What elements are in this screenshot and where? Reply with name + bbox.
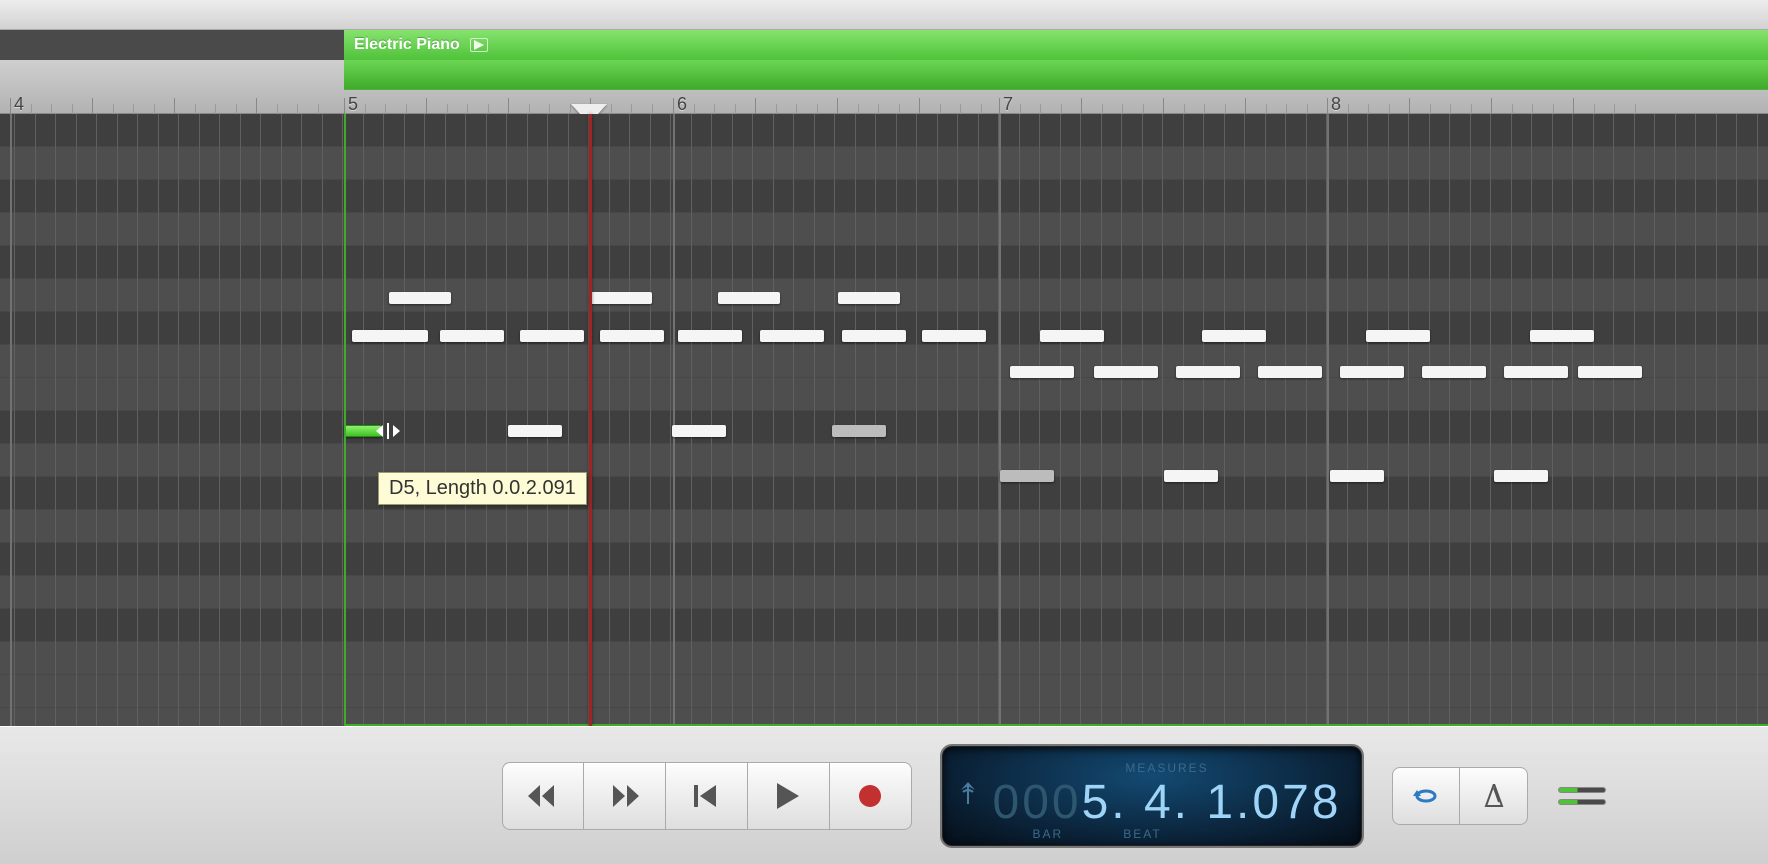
transport-bar: MEASURES 0005. 4. 1.078 bar beat — [0, 726, 1768, 864]
note-tooltip: D5, Length 0.0.2.091 — [378, 472, 587, 505]
region-ruler-highlight — [344, 60, 1768, 90]
region-preview-icon[interactable] — [470, 38, 488, 52]
bar-number: 8 — [1331, 94, 1341, 115]
playhead-line[interactable] — [589, 114, 592, 726]
time-ruler[interactable]: 4 5 6 7 8 — [0, 60, 1768, 114]
option-buttons — [1392, 767, 1528, 825]
midi-note[interactable] — [1094, 366, 1158, 378]
window-titlebar — [0, 0, 1768, 30]
midi-note[interactable] — [922, 330, 986, 342]
midi-note[interactable] — [1494, 470, 1548, 482]
midi-note[interactable] — [842, 330, 906, 342]
midi-note[interactable] — [1578, 366, 1642, 378]
midi-note[interactable] — [832, 425, 886, 437]
transport-controls — [502, 762, 912, 830]
bar-number: 6 — [677, 94, 687, 115]
midi-note[interactable] — [352, 330, 428, 342]
master-level-meter — [1558, 787, 1606, 805]
lcd-position[interactable]: 0005. 4. 1.078 — [993, 775, 1342, 830]
bar-number: 4 — [14, 94, 24, 115]
lcd-mode-label: MEASURES — [993, 761, 1342, 775]
midi-note[interactable] — [600, 330, 664, 342]
midi-note[interactable] — [389, 292, 451, 304]
midi-note[interactable] — [672, 425, 726, 437]
metronome-button[interactable] — [1460, 767, 1528, 825]
region-header[interactable]: Electric Piano — [344, 30, 1768, 60]
cycle-button[interactable] — [1392, 767, 1460, 825]
midi-note[interactable] — [1000, 470, 1054, 482]
piano-roll-grid[interactable] — [0, 114, 1768, 726]
midi-note[interactable] — [1504, 366, 1568, 378]
midi-note[interactable] — [1258, 366, 1322, 378]
midi-note[interactable] — [520, 330, 584, 342]
midi-note[interactable] — [678, 330, 742, 342]
midi-note[interactable] — [1010, 366, 1074, 378]
fast-forward-button[interactable] — [584, 762, 666, 830]
midi-note[interactable] — [440, 330, 504, 342]
region-name: Electric Piano — [354, 36, 460, 54]
midi-note[interactable] — [508, 425, 562, 437]
bar-number: 5 — [348, 94, 358, 115]
rewind-button[interactable] — [502, 762, 584, 830]
midi-note[interactable] — [590, 292, 652, 304]
midi-note[interactable] — [1040, 330, 1104, 342]
lcd-beat-label: beat — [1123, 827, 1161, 841]
go-to-start-button[interactable] — [666, 762, 748, 830]
piano-roll-editor[interactable]: Electric Piano 4 5 6 7 8 D5, Length 0.0.2.09… — [0, 30, 1768, 726]
midi-note[interactable] — [1340, 366, 1404, 378]
midi-note[interactable] — [718, 292, 780, 304]
lcd-mode-icon[interactable] — [957, 778, 979, 813]
midi-note-selected[interactable] — [344, 425, 382, 437]
midi-note[interactable] — [1164, 470, 1218, 482]
midi-note[interactable] — [838, 292, 900, 304]
play-button[interactable] — [748, 762, 830, 830]
midi-note[interactable] — [760, 330, 824, 342]
midi-note[interactable] — [1176, 366, 1240, 378]
record-button[interactable] — [830, 762, 912, 830]
bar-number: 7 — [1003, 94, 1013, 115]
midi-note[interactable] — [1422, 366, 1486, 378]
midi-note[interactable] — [1330, 470, 1384, 482]
lcd-bar-label: bar — [1033, 827, 1064, 841]
midi-note[interactable] — [1202, 330, 1266, 342]
midi-note[interactable] — [1530, 330, 1594, 342]
midi-note[interactable] — [1366, 330, 1430, 342]
lcd-display[interactable]: MEASURES 0005. 4. 1.078 bar beat — [942, 746, 1363, 846]
